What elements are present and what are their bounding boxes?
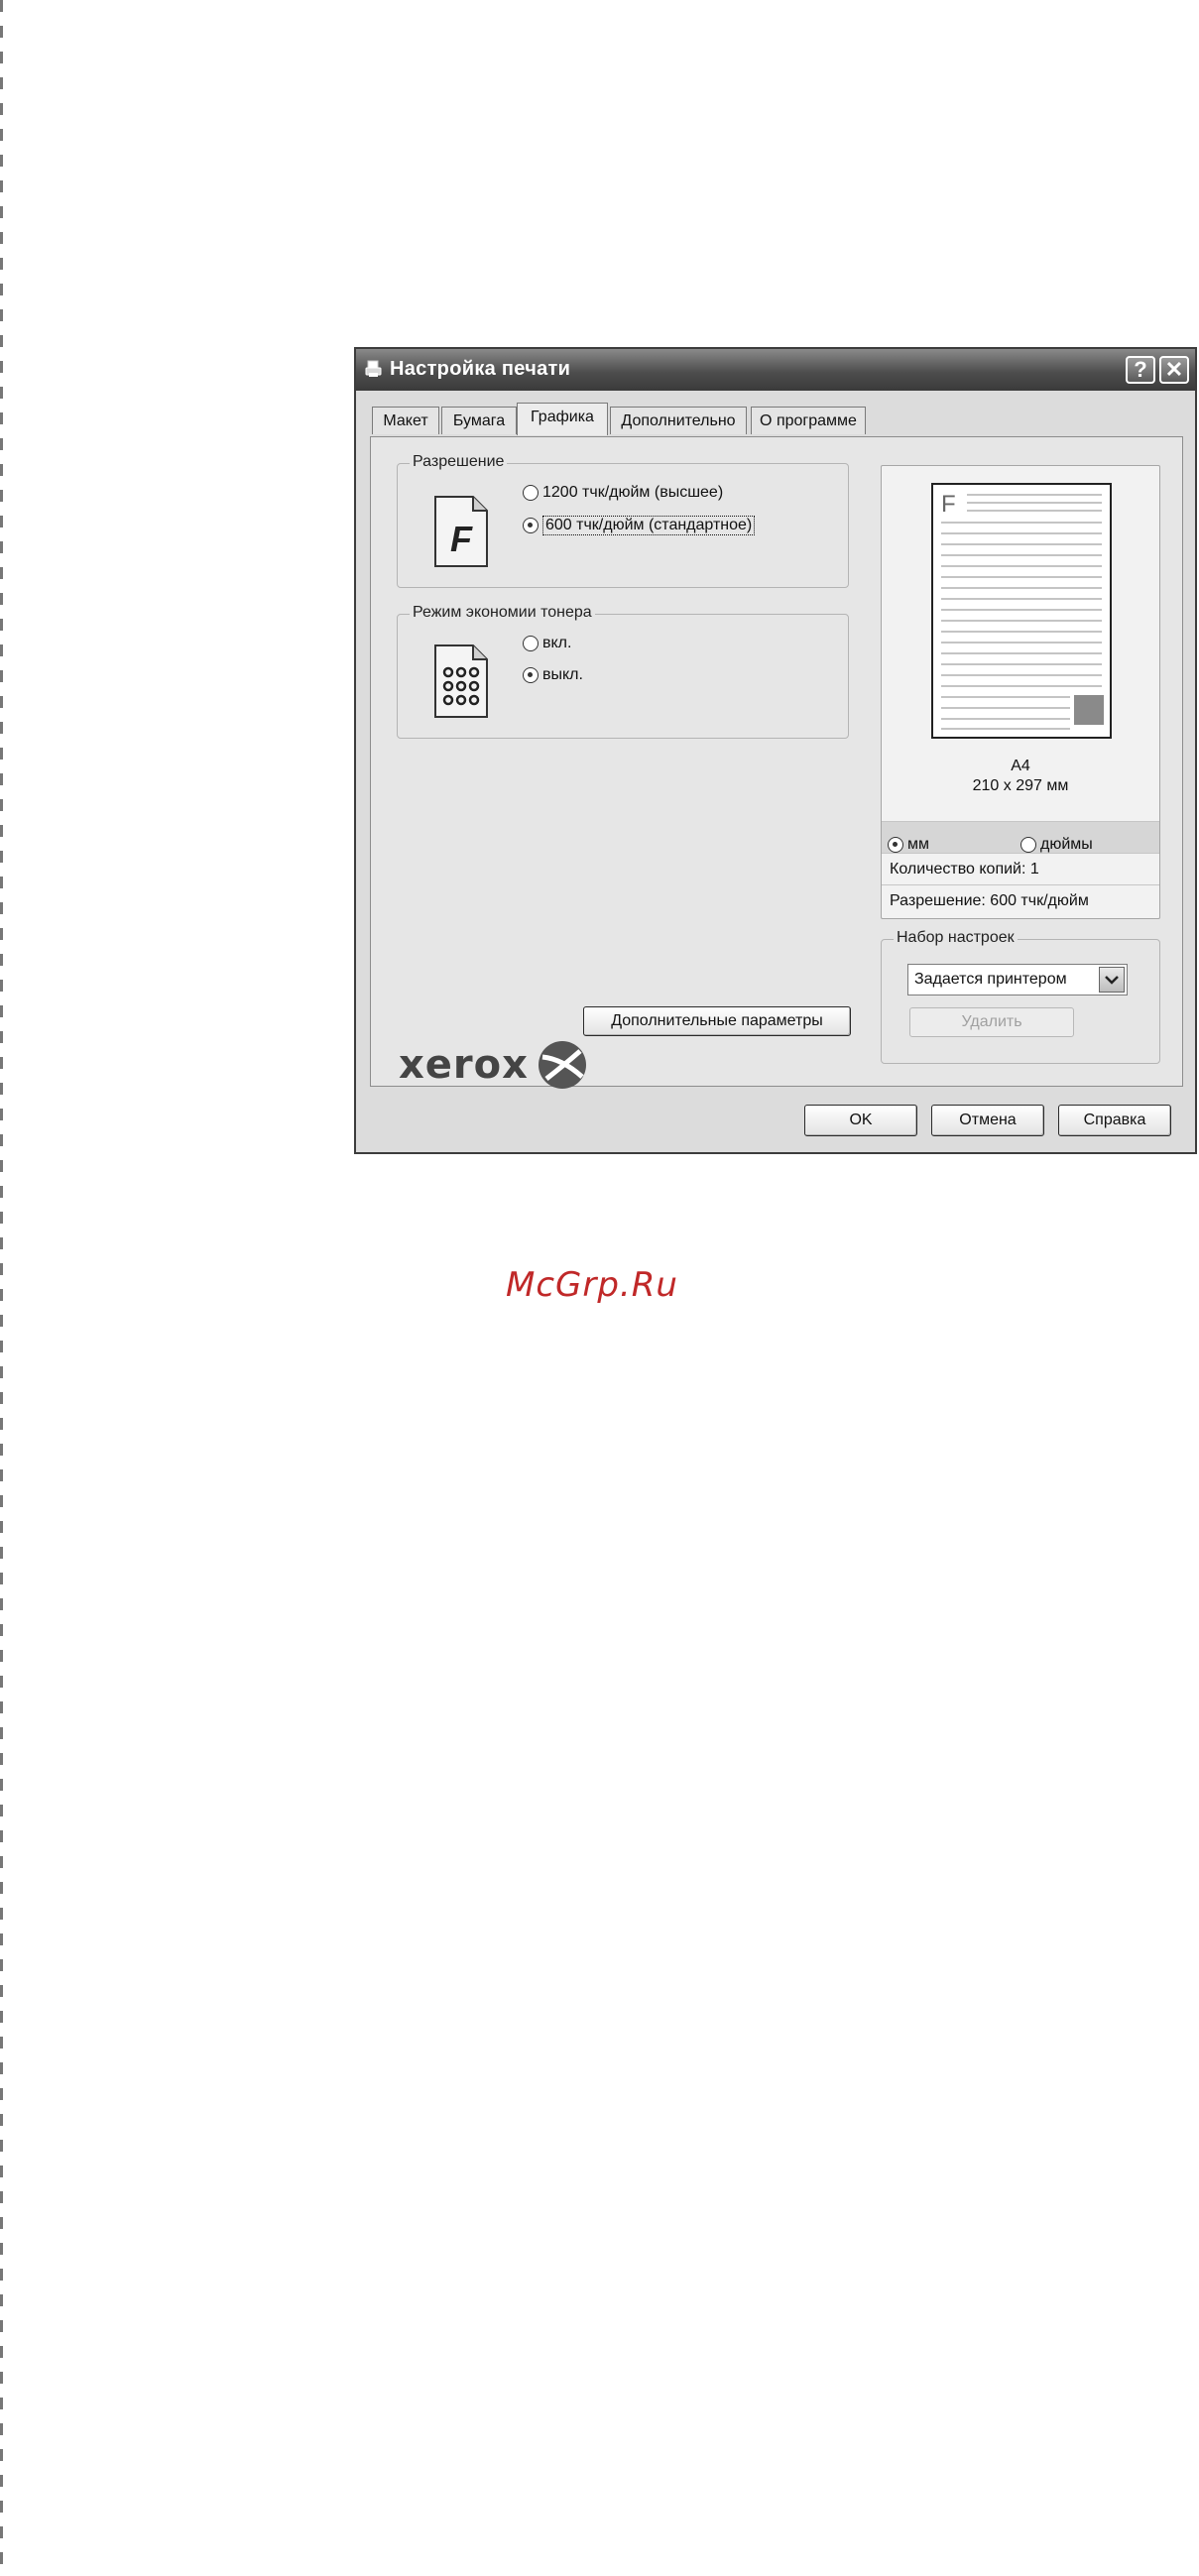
page-dashed-border xyxy=(0,0,3,2576)
xerox-sphere-icon xyxy=(538,1041,586,1089)
radio-toner-off-indicator[interactable] xyxy=(523,667,539,683)
print-settings-dialog: Настройка печати ? ✕ Макет Бумага График… xyxy=(354,347,1197,1154)
radio-units-inches-indicator[interactable] xyxy=(1020,837,1036,853)
page-text-lines xyxy=(941,494,1104,730)
presets-select[interactable]: Задается принтером xyxy=(907,964,1128,995)
xerox-wordmark: xerox xyxy=(399,1042,529,1088)
radio-units-mm-indicator[interactable] xyxy=(888,837,903,853)
page-preview-panel: F A4 210 x 297 мм мм дюймы Количество ко… xyxy=(881,465,1160,919)
presets-group-label: Набор настроек xyxy=(894,929,1018,947)
paper-name: A4 xyxy=(1011,758,1030,774)
printer-icon xyxy=(365,360,382,377)
cancel-button[interactable]: Отмена xyxy=(931,1105,1044,1136)
radio-1200dpi[interactable]: 1200 тчк/дюйм (высшее) xyxy=(523,484,723,502)
close-button[interactable]: ✕ xyxy=(1159,356,1189,384)
tab-paper[interactable]: Бумага xyxy=(441,407,517,434)
radio-600dpi[interactable]: 600 тчк/дюйм (стандартное) xyxy=(523,516,756,535)
page-preview-sheet: F xyxy=(931,483,1112,739)
radio-600dpi-label: 600 тчк/дюйм (стандартное) xyxy=(542,516,756,535)
radio-toner-on-indicator[interactable] xyxy=(523,636,539,651)
help-button[interactable]: ? xyxy=(1126,356,1155,384)
help-footer-button[interactable]: Справка xyxy=(1058,1105,1171,1136)
radio-1200dpi-indicator[interactable] xyxy=(523,485,539,501)
graphics-panel: Разрешение F 1200 тчк/дюйм (высшее) 600 … xyxy=(370,436,1183,1090)
watermark: McGrp.Ru xyxy=(506,1265,678,1305)
radio-toner-off-label: выкл. xyxy=(542,666,583,683)
font-quality-icon: F xyxy=(434,496,488,567)
resolution-group: Разрешение F 1200 тчк/дюйм (высшее) 600 … xyxy=(397,453,849,588)
tab-about[interactable]: О программе xyxy=(751,407,866,434)
units-row: мм дюймы xyxy=(882,821,1159,853)
paper-size: 210 x 297 мм xyxy=(972,777,1069,794)
copies-info: Количество копий: 1 xyxy=(882,853,1159,884)
resolution-group-label: Разрешение xyxy=(410,453,508,471)
delete-preset-button[interactable]: Удалить xyxy=(909,1007,1074,1037)
toner-save-group-label: Режим экономии тонера xyxy=(410,604,595,622)
radio-600dpi-indicator[interactable] xyxy=(523,518,539,533)
radio-toner-off[interactable]: выкл. xyxy=(523,666,583,684)
presets-select-value: Задается принтером xyxy=(914,971,1067,988)
toner-save-icon xyxy=(434,644,488,718)
radio-1200dpi-label: 1200 тчк/дюйм (высшее) xyxy=(542,484,724,501)
window-title: Настройка печати xyxy=(390,358,571,380)
toner-save-group: Режим экономии тонера вкл. выкл. xyxy=(397,604,849,739)
xerox-logo: xerox xyxy=(399,1040,588,1090)
title-bar[interactable]: Настройка печати ? ✕ xyxy=(356,349,1195,391)
ok-button[interactable]: OK xyxy=(804,1105,917,1136)
radio-toner-on[interactable]: вкл. xyxy=(523,635,571,652)
advanced-options-button[interactable]: Дополнительные параметры xyxy=(583,1006,851,1036)
resolution-info: Разрешение: 600 тчк/дюйм xyxy=(882,884,1159,916)
radio-toner-on-label: вкл. xyxy=(542,635,572,651)
tab-layout[interactable]: Макет xyxy=(372,407,439,434)
tab-graphics[interactable]: Графика xyxy=(517,403,608,435)
presets-group: Набор настроек Задается принтером Удалит… xyxy=(881,929,1160,1064)
chevron-down-icon[interactable] xyxy=(1099,967,1125,993)
tab-extra[interactable]: Дополнительно xyxy=(610,407,747,434)
svg-text:F: F xyxy=(450,519,473,559)
